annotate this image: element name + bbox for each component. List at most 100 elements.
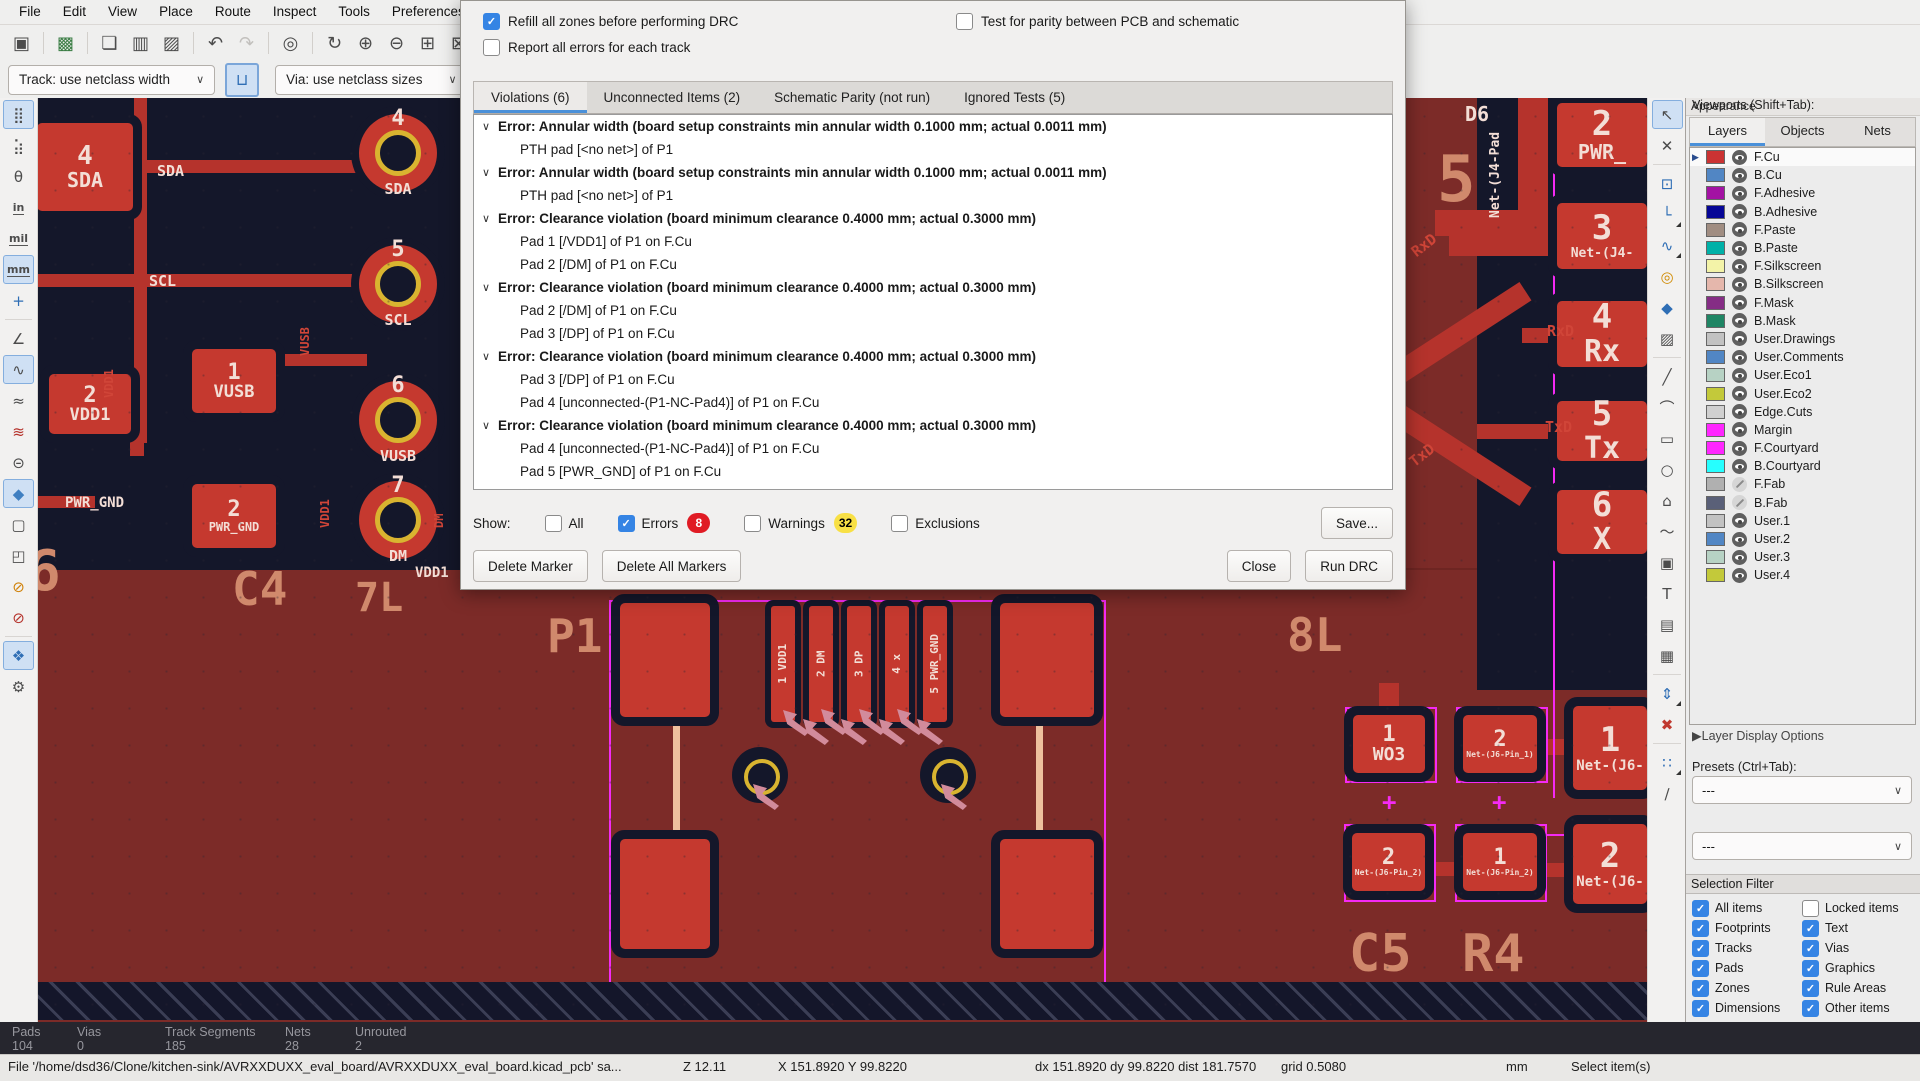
auto-track-width-button[interactable]: ⊔ [225,63,259,97]
free-angle-icon[interactable]: ∠ [3,324,34,353]
eye-icon[interactable] [1732,568,1747,583]
board-text[interactable]: Net-(J4-Pad [1489,132,1502,218]
layer-display-options[interactable]: ▶Layer Display Options [1692,728,1824,743]
smd-pad[interactable]: 6X [1557,490,1647,554]
drc-violations-list[interactable]: ∨Error: Annular width (board setup const… [473,114,1393,490]
smd-pad[interactable]: 3Net-(J4- [1557,203,1647,269]
board-text[interactable]: 7L [355,578,403,618]
eye-icon[interactable] [1732,313,1747,328]
chevron-down-icon[interactable]: ∨ [482,166,498,179]
chevron-down-icon[interactable]: ∨ [482,212,498,225]
properties-panel-icon[interactable]: ⚙ [3,672,34,701]
violation-item[interactable]: PTH pad [<no net>] of P1 [474,184,1392,207]
add-zone-icon[interactable]: ◆ [1652,293,1683,322]
via-size-dropdown[interactable]: Via: use netclass sizes ∨ [275,65,467,95]
smd-pad[interactable]: 1WO3 [1353,715,1425,773]
violation-row[interactable]: ∨Error: Clearance violation (board minim… [474,207,1392,230]
layer-row-b-courtyard[interactable]: B.Courtyard [1690,457,1915,475]
layer-color-swatch[interactable] [1706,241,1725,255]
eye-icon[interactable] [1732,386,1747,401]
add-table-icon[interactable]: ▦ [1652,641,1683,670]
add-text-icon[interactable]: T [1652,579,1683,608]
eye-icon[interactable] [1732,368,1747,383]
eye-icon[interactable] [1732,513,1747,528]
board-text[interactable]: SDA [157,164,184,179]
layer-row-f-cu[interactable]: ▶F.Cu [1690,148,1915,166]
layer-color-swatch[interactable] [1706,568,1725,582]
add-footprint-icon[interactable]: ⊡ [1652,169,1683,198]
layer-color-swatch[interactable] [1706,477,1725,491]
eye-icon[interactable] [1732,441,1747,456]
menu-item-file[interactable]: File [8,0,52,24]
layer-color-swatch[interactable] [1706,368,1725,382]
violation-item[interactable]: PTH pad [<no net>] of P1 [474,138,1392,161]
board-text[interactable]: RxD [1547,324,1574,339]
layer-color-swatch[interactable] [1706,350,1725,364]
units-mils-icon[interactable]: mil [3,224,34,253]
layer-row-edge-cuts[interactable]: Edge.Cuts [1690,403,1915,421]
board-setup-icon[interactable]: ▩ [52,30,79,57]
smd-pad[interactable]: 2 DM [809,606,833,722]
eye-off-icon[interactable] [1732,495,1747,510]
checkbox[interactable] [1802,900,1819,917]
board-text[interactable]: + [1492,790,1506,814]
board-text[interactable]: VDD1 [319,499,331,528]
tab-nets[interactable]: Nets [1840,118,1915,146]
menu-item-edit[interactable]: Edit [52,0,97,24]
eye-icon[interactable] [1732,186,1747,201]
checkbox[interactable] [956,13,973,30]
violation-item[interactable]: Pad 4 [unconnected-(P1-NC-Pad4)] of P1 o… [474,437,1392,460]
pad-outline-icon[interactable]: ⊘ [3,572,34,601]
checkbox[interactable]: ✓ [1692,1000,1709,1017]
eye-icon[interactable] [1732,222,1747,237]
board-text[interactable]: 5 [1437,148,1476,212]
layer-row-user-comments[interactable]: User.Comments [1690,348,1915,366]
chevron-down-icon[interactable]: ∨ [482,281,498,294]
checkbox[interactable]: ✓ [1802,940,1819,957]
layer-color-swatch[interactable] [1706,459,1725,473]
layer-row-user-3[interactable]: User.3 [1690,548,1915,566]
refresh-icon[interactable]: ↻ [321,30,348,57]
net-highlight-icon[interactable]: ≋ [3,417,34,446]
layer-color-swatch[interactable] [1706,441,1725,455]
board-text[interactable]: 6 [37,544,61,600]
violation-row[interactable]: ∨Error: Clearance violation (board minim… [474,414,1392,437]
footprint-outline-icon[interactable]: ◰ [3,541,34,570]
copper-track[interactable] [134,98,147,443]
layer-row-user-drawings[interactable]: User.Drawings [1690,330,1915,348]
layer-row-f-adhesive[interactable]: F.Adhesive [1690,184,1915,202]
smd-pad[interactable]: 1 VDD1 [771,606,795,722]
page-settings-icon[interactable]: ❏ [96,30,123,57]
checkbox[interactable] [891,515,908,532]
smd-pad[interactable]: 1Net-(J6-Pin_2) [1463,833,1537,891]
units-inches-icon[interactable]: in [3,193,34,222]
board-text[interactable]: D6 [1465,104,1489,124]
board-text[interactable]: R4 [1462,928,1525,980]
checkbox[interactable]: ✓ [1692,940,1709,957]
violation-row[interactable]: ∨Error: Annular width (board setup const… [474,115,1392,138]
eye-icon[interactable] [1732,331,1747,346]
board-text[interactable]: VDD1 [415,566,449,580]
run-drc-button[interactable]: Run DRC [1305,550,1393,582]
draw-polygon-icon[interactable]: ⌂ [1652,486,1683,515]
board-text[interactable]: VDD1 [103,369,115,398]
chevron-down-icon[interactable]: ∨ [482,419,498,432]
smd-pad[interactable]: 2VDD1 [49,374,131,434]
eye-icon[interactable] [1732,150,1747,165]
save-icon[interactable]: ▣ [8,30,35,57]
layer-row-user-eco1[interactable]: User.Eco1 [1690,366,1915,384]
through-hole-pad[interactable]: 4SDA [359,114,437,192]
smd-pad[interactable] [1000,603,1094,717]
delete-all-markers-button[interactable]: Delete All Markers [602,550,742,582]
drc-tab-unconnected-items-2-[interactable]: Unconnected Items (2) [587,82,758,113]
grid-override-icon[interactable]: ⣵ [3,131,34,160]
chevron-down-icon[interactable]: ∨ [482,350,498,363]
polar-coords-icon[interactable]: θ [3,162,34,191]
menu-item-place[interactable]: Place [148,0,204,24]
violation-item[interactable]: Pad 2 [/DM] of P1 on F.Cu [474,299,1392,322]
violation-item[interactable]: Pad 5 [PWR_GND] of P1 on F.Cu [474,460,1392,483]
delete-tool-icon[interactable]: ✖ [1652,710,1683,739]
smd-pad[interactable]: 1VUSB [192,349,276,413]
violation-item[interactable]: Pad 3 [/DP] of P1 on F.Cu [474,368,1392,391]
eye-icon[interactable] [1732,532,1747,547]
